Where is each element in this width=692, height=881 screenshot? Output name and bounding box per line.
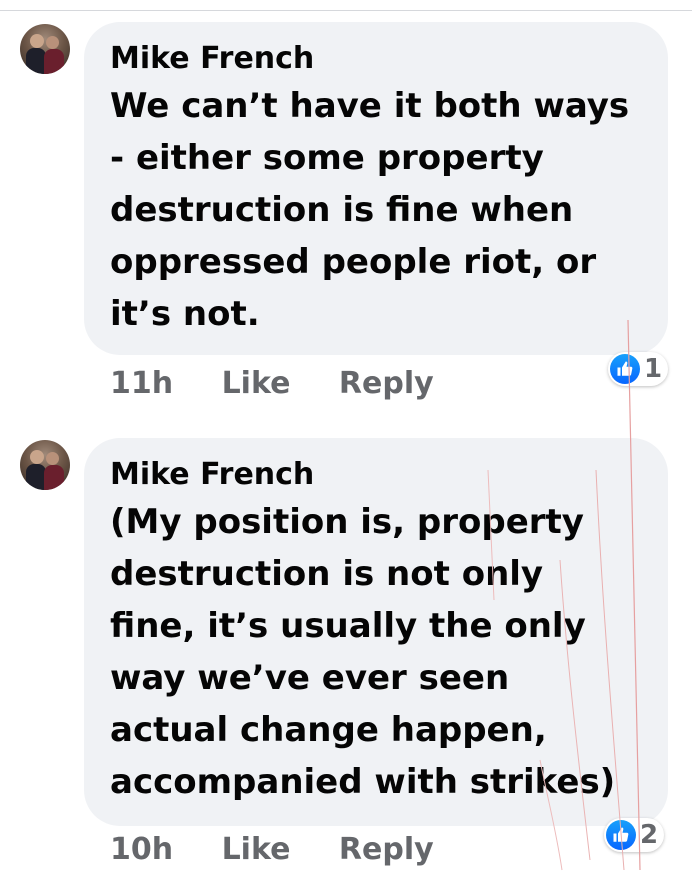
avatar[interactable] xyxy=(20,24,70,74)
reaction-count[interactable]: 1 xyxy=(608,352,669,386)
reaction-count[interactable]: 2 xyxy=(604,818,665,852)
timestamp[interactable]: 10h xyxy=(110,832,173,867)
like-button[interactable]: Like xyxy=(222,832,291,867)
comment-actions: 10h Like Reply xyxy=(110,832,472,867)
timestamp[interactable]: 11h xyxy=(110,366,173,401)
comment-bubble: Mike French We can’t have it both ways -… xyxy=(84,22,668,355)
reaction-number: 1 xyxy=(644,354,663,384)
reply-button[interactable]: Reply xyxy=(339,366,434,401)
avatar[interactable] xyxy=(20,440,70,490)
comment-bubble: Mike French (My position is, property de… xyxy=(84,438,668,826)
comment-author[interactable]: Mike French xyxy=(110,40,640,78)
comment-text: We can’t have it both ways - either some… xyxy=(110,86,630,334)
reaction-number: 2 xyxy=(640,820,659,850)
comment-actions: 11h Like Reply xyxy=(110,366,472,401)
top-divider xyxy=(0,10,692,11)
like-thumb-icon xyxy=(606,820,636,850)
reply-button[interactable]: Reply xyxy=(339,832,434,867)
comment-author[interactable]: Mike French xyxy=(110,456,640,494)
like-thumb-icon xyxy=(610,354,640,384)
like-button[interactable]: Like xyxy=(222,366,291,401)
comment-text: (My position is, property destruction is… xyxy=(110,502,616,802)
